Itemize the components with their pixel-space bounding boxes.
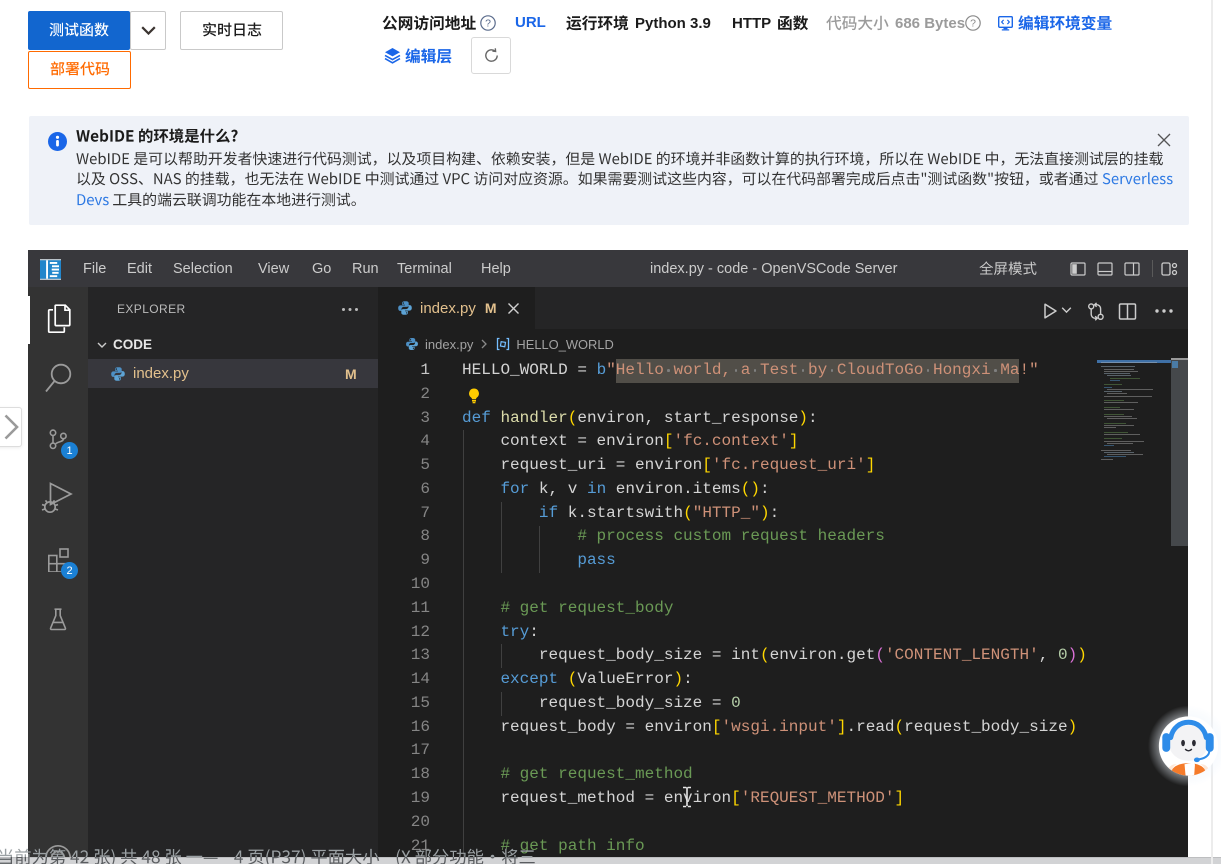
svg-text:?: ? [970,18,976,30]
svg-text:?: ? [485,18,491,30]
